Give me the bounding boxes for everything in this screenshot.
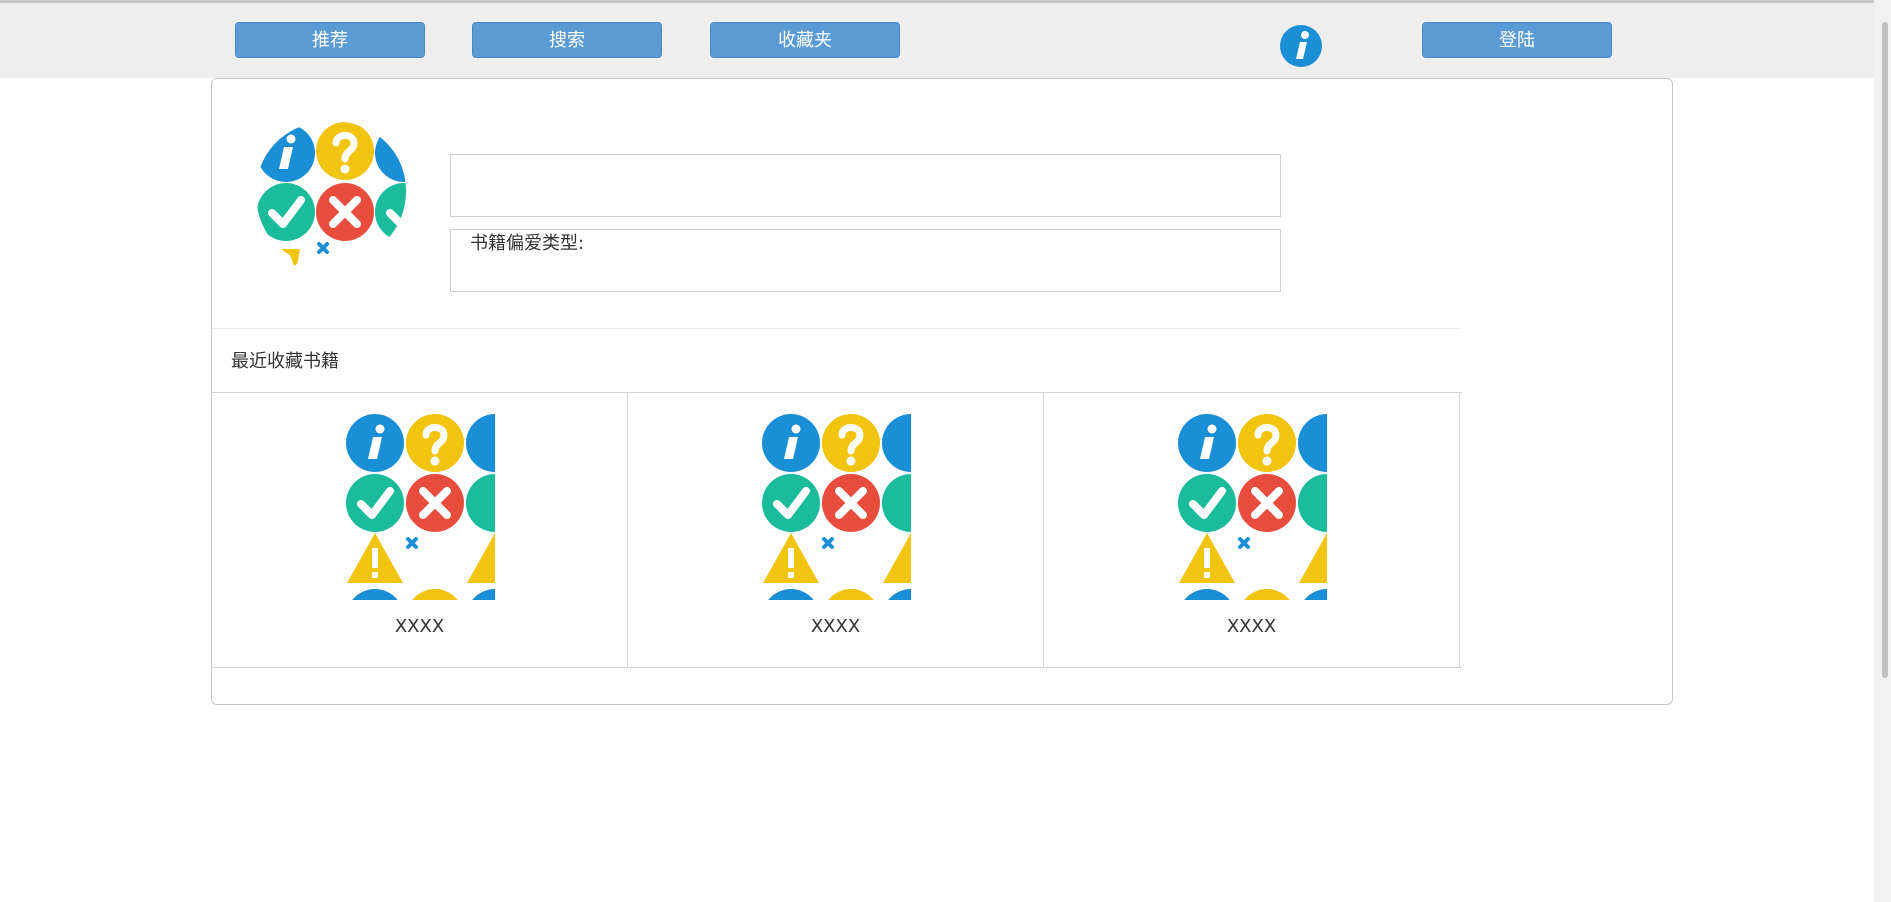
scrollbar-thumb[interactable] xyxy=(1882,22,1888,678)
book-item[interactable]: XXXX xyxy=(212,393,628,667)
navbar: 推荐 搜索 收藏夹 登陆 xyxy=(0,3,1891,78)
username-field xyxy=(450,154,1281,217)
book-item[interactable]: XXXX xyxy=(628,393,1044,667)
recent-favorites-title: 最近收藏书籍 xyxy=(231,351,339,372)
avatar xyxy=(257,122,406,266)
recent-books-grid: XXXX XXXX XXXX xyxy=(212,392,1462,668)
info-icon[interactable] xyxy=(1279,24,1323,68)
book-cover-image[interactable] xyxy=(345,413,495,600)
book-title[interactable]: XXXX xyxy=(212,616,627,637)
profile-card: 书籍偏爱类型: 最近收藏书籍 XXXX XXXX XXXX xyxy=(211,78,1673,705)
login-button[interactable]: 登陆 xyxy=(1422,22,1612,58)
book-item[interactable]: XXXX xyxy=(1044,393,1460,667)
section-divider xyxy=(212,328,1462,329)
book-cover-image[interactable] xyxy=(1177,413,1327,600)
preference-label: 书籍偏爱类型: xyxy=(470,233,585,254)
recommend-button[interactable]: 推荐 xyxy=(235,22,425,58)
book-cover-image[interactable] xyxy=(761,413,911,600)
vertical-scrollbar[interactable] xyxy=(1874,0,1891,902)
book-title[interactable]: XXXX xyxy=(628,616,1043,637)
book-title[interactable]: XXXX xyxy=(1044,616,1459,637)
favorites-button[interactable]: 收藏夹 xyxy=(710,22,900,58)
preference-field: 书籍偏爱类型: xyxy=(450,229,1281,292)
search-button[interactable]: 搜索 xyxy=(472,22,662,58)
